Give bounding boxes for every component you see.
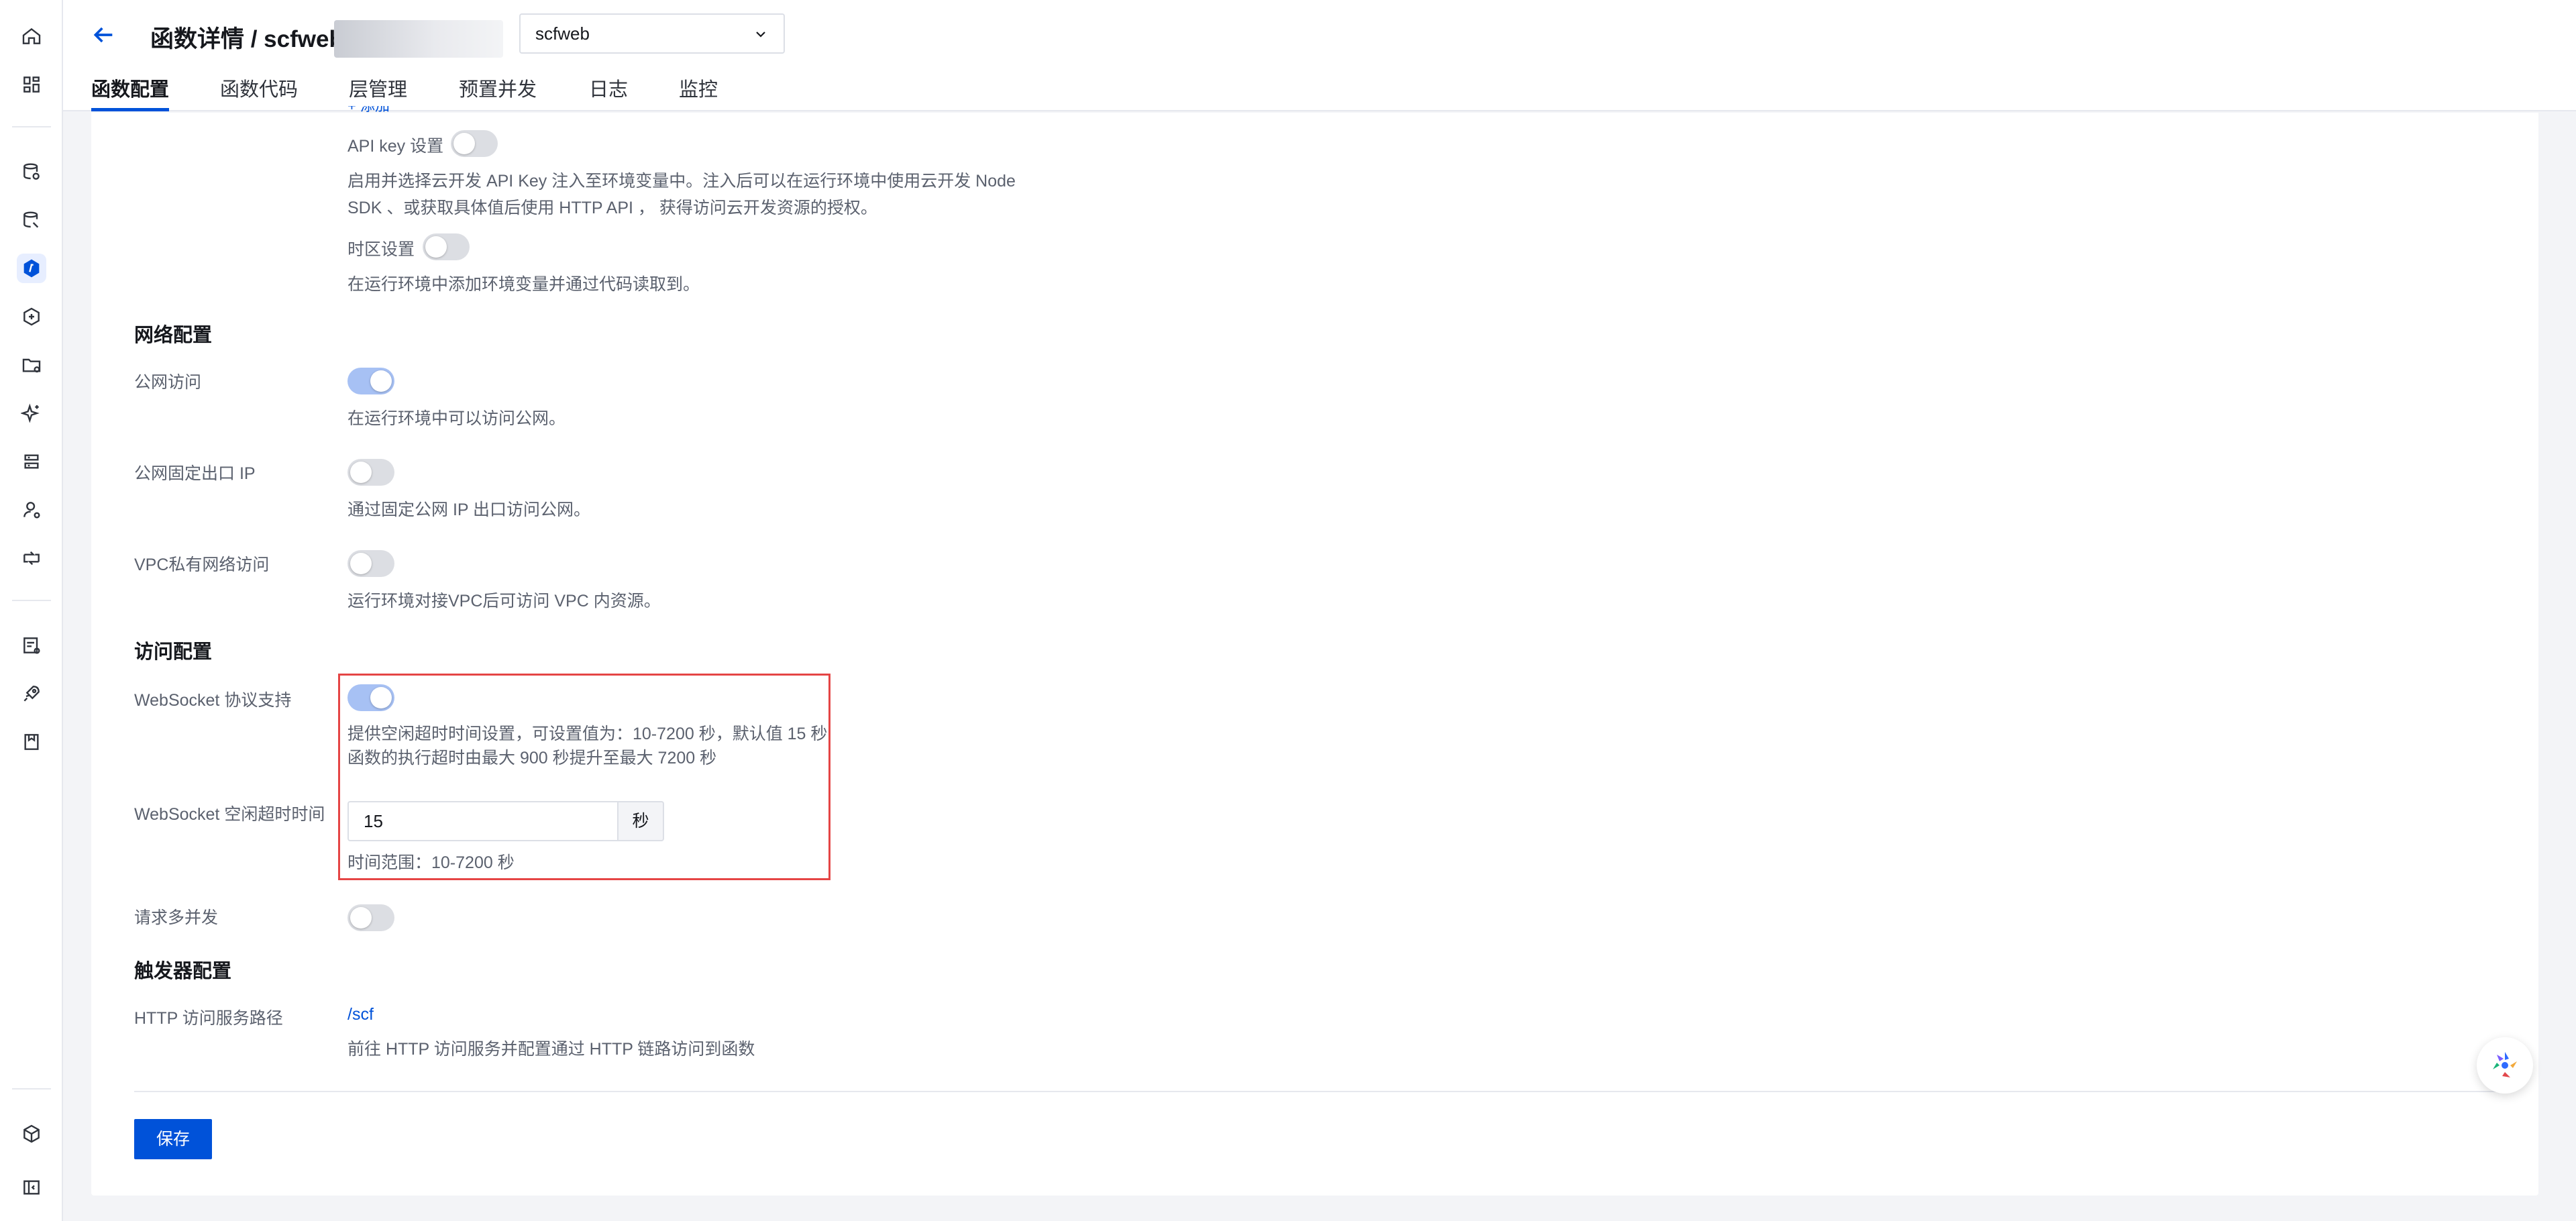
database-icon[interactable]	[17, 157, 46, 187]
tab-function-code[interactable]: 函数代码	[220, 75, 298, 111]
config-card: + 添加 API key 设置 启用并选择云开发 API Key 注入至环境变量…	[91, 106, 2538, 1196]
database-search-icon[interactable]	[17, 205, 46, 235]
websocket-switch[interactable]	[347, 684, 394, 711]
tab-function-config[interactable]: 函数配置	[91, 75, 170, 111]
page-header: 函数详情 / scfweb scfweb 函数配置 函数代码 层管理 预置并发 …	[63, 0, 2576, 111]
api-key-label: API key 设置	[347, 137, 444, 156]
fixed-ip-label: 公网固定出口 IP	[134, 464, 256, 483]
vpc-desc: 运行环境对接VPC后可访问 VPC 内资源。	[347, 592, 661, 610]
folder-icon[interactable]	[17, 350, 46, 380]
tab-monitoring[interactable]: 监控	[679, 75, 718, 111]
chevron-down-icon	[756, 32, 765, 38]
multi-concurrency-label: 请求多并发	[134, 908, 219, 927]
websocket-label: WebSocket 协议支持	[134, 691, 292, 710]
tab-provisioned-concurrency[interactable]: 预置并发	[459, 75, 537, 111]
function-select[interactable]: scfweb	[519, 13, 785, 54]
tab-logs[interactable]: 日志	[589, 75, 628, 111]
collapse-icon[interactable]	[17, 1173, 46, 1202]
http-path-desc: 前往 HTTP 访问服务并配置通过 HTTP 链路访问到函数	[347, 1040, 755, 1059]
network-section-title: 网络配置	[134, 325, 213, 346]
access-section-title: 访问配置	[134, 641, 213, 663]
function-select-value: scfweb	[535, 23, 590, 44]
add-env-link[interactable]: + 添加	[347, 106, 390, 115]
timezone-desc: 在运行环境中添加环境变量并通过代码读取到。	[347, 275, 700, 294]
idle-timeout-label: WebSocket 空闲超时时间	[134, 805, 325, 824]
timezone-label: 时区设置	[347, 240, 415, 259]
api-key-switch[interactable]	[451, 130, 498, 157]
multi-concurrency-switch[interactable]	[347, 904, 394, 931]
idle-timeout-hint: 时间范围：10-7200 秒	[347, 853, 515, 872]
api-key-desc-line2: SDK 、或获取具体值后使用 HTTP API ， 获得访问云开发资源的授权。	[347, 199, 877, 217]
user-icon[interactable]	[17, 495, 46, 525]
websocket-desc-line2: 函数的执行超时由最大 900 秒提升至最大 7200 秒	[347, 749, 717, 767]
public-access-switch[interactable]	[347, 368, 394, 394]
api-key-desc-line1: 启用并选择云开发 API Key 注入至环境变量中。注入后可以在运行环境中使用云…	[347, 172, 1016, 191]
http-path-link[interactable]: /scf	[347, 1005, 374, 1024]
storage-icon[interactable]	[17, 447, 46, 476]
save-button[interactable]: 保存	[134, 1119, 212, 1159]
public-access-label: 公网访问	[134, 373, 202, 392]
page-title: 函数详情 / scfweb	[150, 26, 343, 52]
document-icon[interactable]	[17, 631, 46, 660]
fixed-ip-switch[interactable]	[347, 459, 394, 486]
public-access-desc: 在运行环境中可以访问公网。	[347, 409, 566, 428]
idle-timeout-unit: 秒	[617, 801, 664, 841]
ai-sparkle-icon[interactable]	[17, 399, 46, 428]
app-root: 函数详情 / scfweb scfweb 函数配置 函数代码 层管理 预置并发 …	[0, 0, 2576, 1221]
dashboard-icon[interactable]	[17, 70, 46, 99]
plugin-icon[interactable]	[17, 1119, 46, 1149]
fixed-ip-desc: 通过固定公网 IP 出口访问公网。	[347, 500, 591, 519]
http-path-label: HTTP 访问服务路径	[134, 1009, 283, 1028]
vpc-switch[interactable]	[347, 550, 394, 577]
redacted-suffix	[334, 20, 503, 58]
idle-timeout-input[interactable]: 15	[347, 801, 619, 841]
left-nav-rail	[0, 0, 63, 1221]
assistant-logo-icon[interactable]	[2477, 1037, 2533, 1094]
timezone-switch[interactable]	[423, 233, 470, 260]
function-icon[interactable]	[17, 254, 46, 283]
refresh-icon[interactable]	[17, 543, 46, 573]
vpc-label: VPC私有网络访问	[134, 555, 270, 574]
trigger-section-title: 触发器配置	[134, 961, 232, 982]
package-icon[interactable]	[17, 727, 46, 757]
footer-divider	[134, 1091, 2509, 1092]
home-icon[interactable]	[17, 21, 46, 51]
cloud-sync-icon[interactable]	[17, 302, 46, 331]
websocket-desc-line1: 提供空闲超时时间设置，可设置值为：10-7200 秒，默认值 15 秒	[347, 725, 828, 743]
rocket-icon[interactable]	[17, 679, 46, 708]
arrow-left-icon[interactable]	[90, 21, 117, 48]
